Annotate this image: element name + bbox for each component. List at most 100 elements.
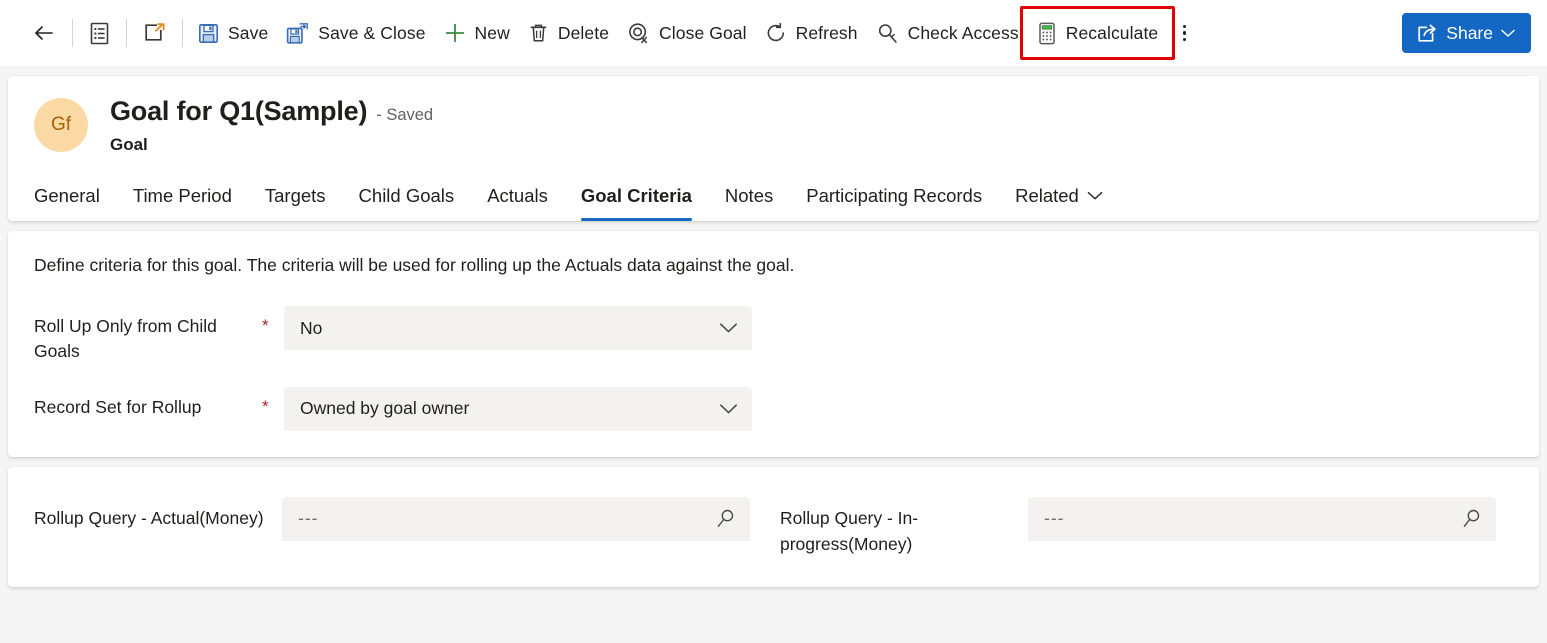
rollup-query-in-progress-money-lookup[interactable]: --- [1028, 496, 1496, 541]
tab-participating-records[interactable]: Participating Records [806, 185, 982, 221]
toolbar-divider [126, 19, 127, 47]
required-indicator: * [262, 316, 269, 335]
record-meta: Goal for Q1(Sample) - Saved Goal [110, 96, 433, 155]
tab-time-period[interactable]: Time Period [133, 185, 232, 221]
form-tab-list: General Time Period Targets Child Goals … [8, 155, 1539, 221]
share-button[interactable]: Share [1402, 13, 1531, 53]
save-and-close-button-label: Save & Close [318, 22, 426, 43]
recalculate-button-label: Recalculate [1065, 22, 1159, 43]
close-goal-button-label: Close Goal [659, 22, 747, 43]
close-goal-button[interactable]: Close Goal [618, 13, 756, 53]
chevron-down-icon [1087, 191, 1103, 201]
tab-label: General [34, 185, 100, 206]
tab-label: Actuals [487, 185, 548, 206]
record-header-card: Gf Goal for Q1(Sample) - Saved Goal Gene… [8, 76, 1539, 221]
required-indicator: * [262, 396, 269, 416]
tab-label: Goal Criteria [580, 185, 692, 206]
record-title-row: Goal for Q1(Sample) - Saved [110, 96, 433, 127]
chevron-down-icon [719, 403, 738, 415]
entity-name-label: Goal [110, 135, 148, 154]
select-value: Owned by goal owner [300, 398, 470, 419]
pop-out-icon [143, 22, 166, 44]
save-and-close-icon [286, 22, 309, 45]
rollup-query-actual-money-lookup[interactable]: --- [282, 496, 750, 541]
form-icon [89, 22, 110, 45]
avatar: Gf [34, 98, 88, 152]
app-root: Save Save & Close New Delete Close Goal … [0, 0, 1547, 643]
tab-label: Notes [724, 185, 774, 206]
tab-child-goals[interactable]: Child Goals [359, 185, 455, 221]
new-button-label: New [474, 22, 510, 43]
field-label: Rollup Query - In-progress(Money) [780, 507, 919, 554]
field-rollup-query-in-progress-money: Rollup Query - In-progress(Money) --- [780, 496, 1496, 558]
tab-related[interactable]: Related [1015, 185, 1103, 221]
overflow-dots-icon [1182, 24, 1186, 42]
tab-label: Targets [264, 185, 326, 206]
command-bar: Save Save & Close New Delete Close Goal … [0, 0, 1547, 66]
avatar-initials: Gf [50, 114, 72, 135]
recalculate-button[interactable]: Recalculate [1028, 13, 1168, 53]
search-icon[interactable] [1461, 508, 1482, 529]
save-button-label: Save [228, 22, 269, 43]
tab-label: Child Goals [358, 185, 455, 206]
refresh-button-label: Refresh [795, 22, 858, 43]
delete-button[interactable]: Delete [519, 13, 618, 53]
toolbar-divider [182, 19, 183, 47]
share-button-label: Share [1446, 22, 1493, 43]
field-label: Roll Up Only from Child Goals [34, 316, 217, 362]
roll-up-only-from-child-goals-select[interactable]: No [284, 306, 752, 350]
form-selector-button[interactable] [79, 13, 120, 53]
back-arrow-icon [32, 21, 56, 45]
tab-label: Participating Records [806, 185, 983, 206]
tab-targets[interactable]: Targets [265, 185, 326, 221]
page-title: Goal for Q1(Sample) [110, 96, 368, 126]
refresh-button[interactable]: Refresh [756, 13, 867, 53]
record-set-for-rollup-select[interactable]: Owned by goal owner [284, 386, 752, 431]
select-value: No [300, 317, 323, 338]
field-control: --- [1028, 496, 1496, 541]
delete-button-label: Delete [557, 22, 610, 43]
trash-icon [528, 22, 549, 44]
back-button[interactable] [22, 13, 66, 53]
more-commands-button[interactable] [1167, 13, 1201, 53]
criteria-field-grid: Roll Up Only from Child Goals * No Recor… [8, 276, 1539, 457]
toolbar-divider [72, 19, 73, 47]
tab-label: Related [1015, 185, 1079, 206]
chevron-down-icon [719, 322, 738, 334]
tab-general[interactable]: General [34, 185, 100, 221]
tab-goal-criteria[interactable]: Goal Criteria [580, 185, 692, 221]
lookup-value: --- [298, 508, 319, 529]
rollup-query-card: Rollup Query - Actual(Money) --- Rollup … [8, 466, 1539, 588]
new-button[interactable]: New [435, 13, 519, 53]
tab-actuals[interactable]: Actuals [487, 185, 548, 221]
field-label: Record Set for Rollup [34, 396, 202, 417]
save-icon [198, 23, 219, 44]
goal-criteria-card: Define criteria for this goal. The crite… [8, 231, 1539, 457]
check-access-button-label: Check Access [907, 22, 1019, 43]
check-access-button[interactable]: Check Access [867, 13, 1028, 53]
criteria-description: Define criteria for this goal. The crite… [34, 255, 795, 275]
pop-out-button[interactable] [133, 13, 176, 53]
search-icon[interactable] [715, 508, 736, 529]
refresh-icon [765, 22, 787, 44]
field-rollup-query-actual-money: Rollup Query - Actual(Money) --- [34, 496, 750, 558]
save-button[interactable]: Save [189, 13, 277, 53]
save-and-close-button[interactable]: Save & Close [277, 13, 434, 53]
field-control: Owned by goal owner [284, 386, 752, 431]
field-control: No [284, 306, 752, 350]
plus-icon [444, 22, 466, 44]
close-goal-icon [627, 22, 650, 45]
lookup-value: --- [1044, 508, 1065, 529]
field-label: Rollup Query - Actual(Money) [34, 507, 264, 528]
record-header: Gf Goal for Q1(Sample) - Saved Goal [8, 76, 1539, 155]
tab-label: Time Period [132, 185, 232, 206]
field-control: --- [282, 496, 750, 541]
tab-notes[interactable]: Notes [725, 185, 773, 221]
field-roll-up-only-from-child-goals: Roll Up Only from Child Goals * No [34, 306, 1513, 365]
share-icon [1416, 22, 1438, 44]
rollup-query-columns: Rollup Query - Actual(Money) --- Rollup … [8, 467, 1539, 588]
field-record-set-for-rollup: Record Set for Rollup * Owned by goal ow… [34, 386, 1513, 431]
save-status-text: - Saved [376, 106, 434, 124]
command-bar-right-group: Share [1388, 13, 1531, 53]
chevron-down-icon [1501, 29, 1515, 38]
